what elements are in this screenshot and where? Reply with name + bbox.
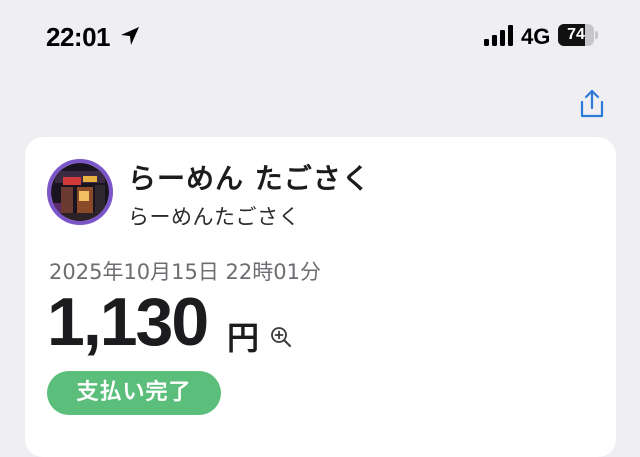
payment-datetime: 2025年10月15日 22時01分 [49, 260, 322, 284]
storefront-photo [51, 163, 109, 221]
zoom-in-icon[interactable] [269, 325, 293, 349]
currency-label: 円 [227, 319, 260, 357]
store-avatar[interactable] [47, 159, 113, 225]
status-badge: 支払い完了 [47, 371, 221, 415]
battery-percent: 74 [567, 26, 585, 43]
payment-card: らーめん たごさく らーめんたごさく 2025年10月15日 22時01分 1,… [25, 137, 616, 457]
payment-amount: 1,130 [47, 284, 209, 360]
store-name: らーめん たごさく [128, 162, 371, 195]
network-type: 4G [521, 24, 551, 49]
signal-bars-icon [484, 25, 513, 46]
status-time: 22:01 [46, 22, 111, 52]
status-bar: 22:01 4G 74 [0, 0, 640, 70]
store-subname: らーめんたごさく [128, 205, 300, 229]
battery-icon: 74 [558, 24, 598, 48]
share-icon[interactable] [576, 88, 608, 120]
location-arrow-icon [121, 27, 139, 45]
